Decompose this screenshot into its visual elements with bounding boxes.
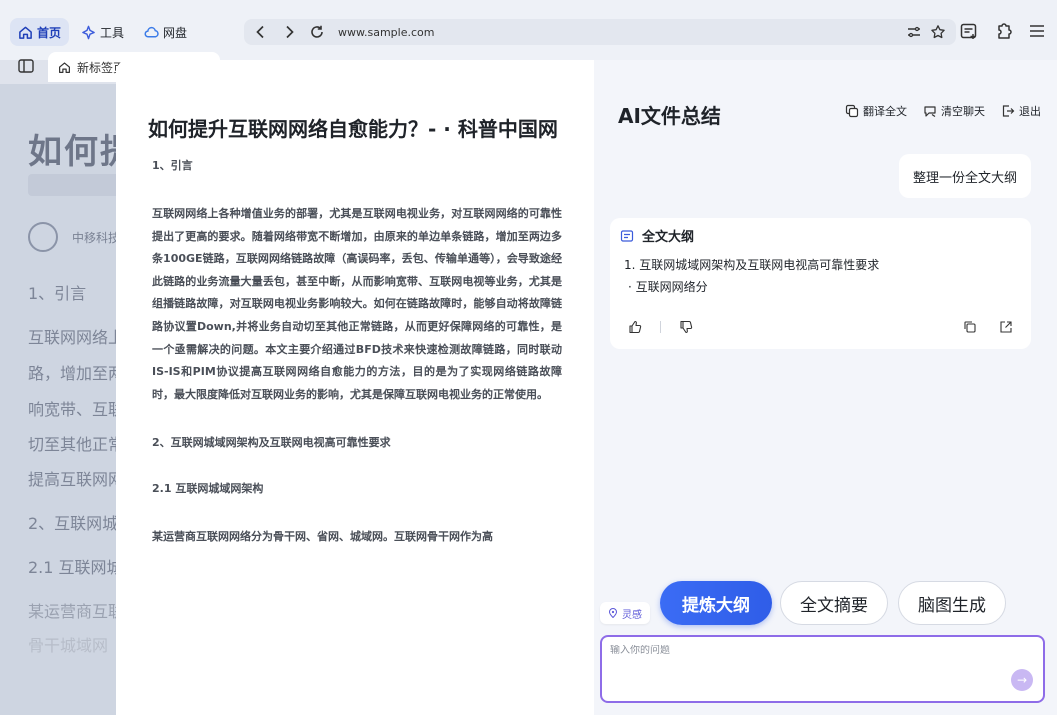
- ai-panel-actions: 翻译全文 清空聊天 退出: [845, 103, 1041, 119]
- nav-tools-button[interactable]: 工具: [73, 18, 132, 46]
- background-line: 2.1 互联网城: [28, 558, 123, 577]
- clear-chat-icon: [924, 106, 936, 117]
- menu-icon[interactable]: [1027, 21, 1047, 41]
- browser-toolbar: 首页 工具 网盘 www.sample.com 新标签页: [0, 0, 1057, 82]
- mindmap-button[interactable]: 脑图生成: [898, 581, 1006, 625]
- forward-icon: [286, 25, 294, 39]
- nav-cloud-button[interactable]: 网盘: [136, 18, 195, 46]
- outline-heading-text: 全文大纲: [642, 230, 695, 245]
- background-line: 1、引言: [28, 284, 87, 303]
- send-button[interactable]: →: [1011, 669, 1033, 691]
- background-line: 2、互联网城: [28, 514, 119, 533]
- article-paragraph: 某运营商互联网网络分为骨干网、省网、城域网。互联网骨干网作为高: [152, 530, 493, 544]
- background-author: 中移科技: [28, 222, 120, 252]
- sidebar-toggle-icon[interactable]: [18, 59, 34, 73]
- translate-button[interactable]: 翻译全文: [845, 103, 907, 119]
- outline-answer-card: 全文大纲 1. 互联网城域网架构及互联网电视高可靠性要求 · 互联网网络分: [610, 218, 1031, 349]
- copy-icon[interactable]: [963, 320, 977, 334]
- question-input[interactable]: [610, 645, 990, 656]
- address-bar[interactable]: www.sample.com: [244, 19, 956, 45]
- reload-button[interactable]: [306, 21, 328, 43]
- location-pin-icon: [608, 608, 618, 618]
- article-panel: 如何提升互联网网络自愈能力？- · 科普中国网 1、引言 互联网网络上各种增值业…: [116, 60, 594, 715]
- article-title: 如何提升互联网网络自愈能力？- · 科普中国网: [148, 117, 558, 141]
- card-tools-right: [963, 320, 1013, 334]
- clear-chat-label: 清空聊天: [941, 105, 985, 118]
- article-subsection-heading: 2.1 互联网城域网架构: [152, 482, 264, 496]
- outline-subitem: · 互联网网络分: [628, 280, 708, 294]
- background-line: 某运营商互联: [28, 602, 125, 621]
- extract-outline-button[interactable]: 提炼大纲: [660, 581, 772, 625]
- nav-home-button[interactable]: 首页: [10, 18, 70, 46]
- outline-item: 1. 互联网城域网架构及互联网电视高可靠性要求: [624, 258, 880, 272]
- article-section-heading: 2、互联网城域网架构及互联网电视高可靠性要求: [152, 436, 391, 450]
- nav-cloud-label: 网盘: [163, 25, 188, 40]
- nav-tools-label: 工具: [100, 25, 125, 40]
- clear-chat-button[interactable]: 清空聊天: [923, 103, 985, 119]
- reading-list-icon[interactable]: [959, 21, 979, 41]
- background-line: 路，增加至两: [28, 364, 125, 383]
- background-subtitle-bar: [28, 174, 128, 196]
- org-logo: [28, 222, 58, 252]
- outline-heading: 全文大纲: [620, 226, 694, 245]
- bookmark-star-icon[interactable]: [930, 24, 946, 40]
- tool-divider: [660, 321, 661, 333]
- full-summary-button[interactable]: 全文摘要: [780, 581, 888, 625]
- toolbar-right: [959, 21, 1047, 41]
- extensions-icon[interactable]: [993, 21, 1013, 41]
- translate-label: 翻译全文: [863, 105, 907, 118]
- exit-icon: [1002, 105, 1015, 117]
- top-nav: 首页 工具 网盘: [10, 18, 195, 46]
- ai-summary-panel: AI文件总结 翻译全文 清空聊天 退出 整理一份全文大纲 全文大纲 1. 互联网…: [594, 60, 1057, 715]
- cloud-icon: [144, 26, 159, 37]
- tools-icon: [82, 25, 95, 39]
- reload-icon: [311, 25, 323, 38]
- outline-doc-icon: [620, 229, 634, 242]
- url-text[interactable]: www.sample.com: [338, 26, 906, 39]
- inspiration-button[interactable]: 灵感: [600, 602, 650, 624]
- share-icon[interactable]: [999, 320, 1013, 334]
- background-line: 互联网网络上: [28, 328, 125, 347]
- tab-home-icon: [59, 61, 70, 73]
- nav-home-label: 首页: [37, 25, 62, 40]
- exit-button[interactable]: 退出: [1001, 103, 1041, 119]
- user-message-bubble: 整理一份全文大纲: [898, 154, 1031, 198]
- background-line: 提高互联网网: [28, 470, 125, 489]
- background-line: 响宽带、互联: [28, 400, 125, 419]
- site-settings-icon[interactable]: [906, 24, 922, 40]
- article-section-heading: 1、引言: [152, 159, 193, 172]
- thumbs-up-icon[interactable]: [628, 320, 642, 334]
- background-org-name: 中移科技: [72, 230, 121, 245]
- home-icon: [19, 26, 32, 39]
- exit-label: 退出: [1019, 105, 1041, 118]
- question-input-box[interactable]: →: [600, 635, 1045, 703]
- thumbs-down-icon[interactable]: [679, 320, 693, 334]
- inspiration-label: 灵感: [622, 609, 642, 621]
- back-button[interactable]: [250, 21, 272, 43]
- send-arrow-icon: →: [1016, 673, 1028, 687]
- back-icon: [256, 25, 264, 39]
- article-paragraph: 互联网网络上各种增值业务的部署，尤其是互联网电视业务，对互联网网络的可靠性提出了…: [152, 207, 562, 401]
- background-line: 骨干城域网: [28, 636, 109, 655]
- background-line: 切至其他正常: [28, 435, 125, 454]
- translate-icon: [845, 104, 859, 118]
- ai-panel-title: AI文件总结: [618, 104, 721, 128]
- forward-button[interactable]: [278, 21, 300, 43]
- feedback-tools: [628, 320, 693, 334]
